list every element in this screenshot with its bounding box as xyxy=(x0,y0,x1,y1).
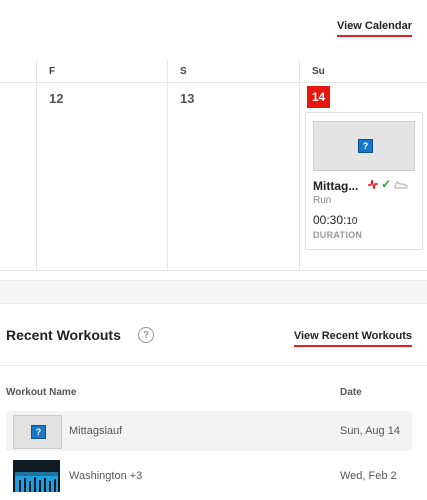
workout-card[interactable]: ? Mittag... ✓ Run 00:30:10 DURATION xyxy=(305,112,423,250)
heart-rate-icon xyxy=(368,179,378,190)
divider xyxy=(0,365,427,366)
column-header-date[interactable]: Date xyxy=(340,387,362,398)
day-header-label: F xyxy=(49,66,56,77)
duration-label: DURATION xyxy=(313,230,363,240)
help-icon[interactable]: ? xyxy=(138,327,154,343)
table-row[interactable]: Washington +3 Wed, Feb 2 xyxy=(6,456,412,496)
workout-duration: 00:30:10 xyxy=(313,213,358,227)
duration-seconds: 10 xyxy=(346,216,358,227)
column-header-workout-name[interactable]: Workout Name xyxy=(6,387,76,398)
question-icon: ? xyxy=(31,425,46,439)
workout-date: Sun, Aug 14 xyxy=(340,425,400,437)
view-recent-workouts-link[interactable]: View Recent Workouts xyxy=(293,330,412,347)
day-column-friday[interactable]: F 12 xyxy=(36,60,167,270)
calendar-week: F 12 S 13 Su 14 ? Mittag... ✓ Run 00:30:… xyxy=(0,60,427,271)
placeholder-icon: ? xyxy=(13,415,62,449)
day-header-label: S xyxy=(180,66,187,77)
day-number: 13 xyxy=(180,91,195,106)
workout-name[interactable]: Washington +3 xyxy=(69,470,142,482)
table-row[interactable]: ? Mittagslauf Sun, Aug 14 xyxy=(6,411,412,451)
map-thumbnail xyxy=(13,460,60,492)
workout-name[interactable]: Mittagslauf xyxy=(69,425,122,437)
check-icon: ✓ xyxy=(381,177,392,191)
day-column-saturday[interactable]: S 13 xyxy=(167,60,299,270)
duration-main: 00:30: xyxy=(313,213,347,227)
question-icon: ? xyxy=(358,139,373,153)
day-number: 12 xyxy=(49,91,64,106)
map-thumbnail-graphic xyxy=(13,460,60,492)
today-date-badge: 14 xyxy=(307,86,330,108)
recent-workouts-title: Recent Workouts xyxy=(6,327,121,343)
workout-status-icons: ✓ xyxy=(368,177,408,191)
workout-date: Wed, Feb 2 xyxy=(340,470,397,482)
day-header-label: Su xyxy=(312,66,325,77)
shoe-icon xyxy=(394,181,408,189)
view-calendar-link[interactable]: View Calendar xyxy=(337,20,412,37)
workout-title: Mittag... xyxy=(313,179,359,193)
workout-type: Run xyxy=(313,195,332,206)
workout-thumbnail: ? xyxy=(313,121,415,171)
section-separator xyxy=(0,280,427,304)
